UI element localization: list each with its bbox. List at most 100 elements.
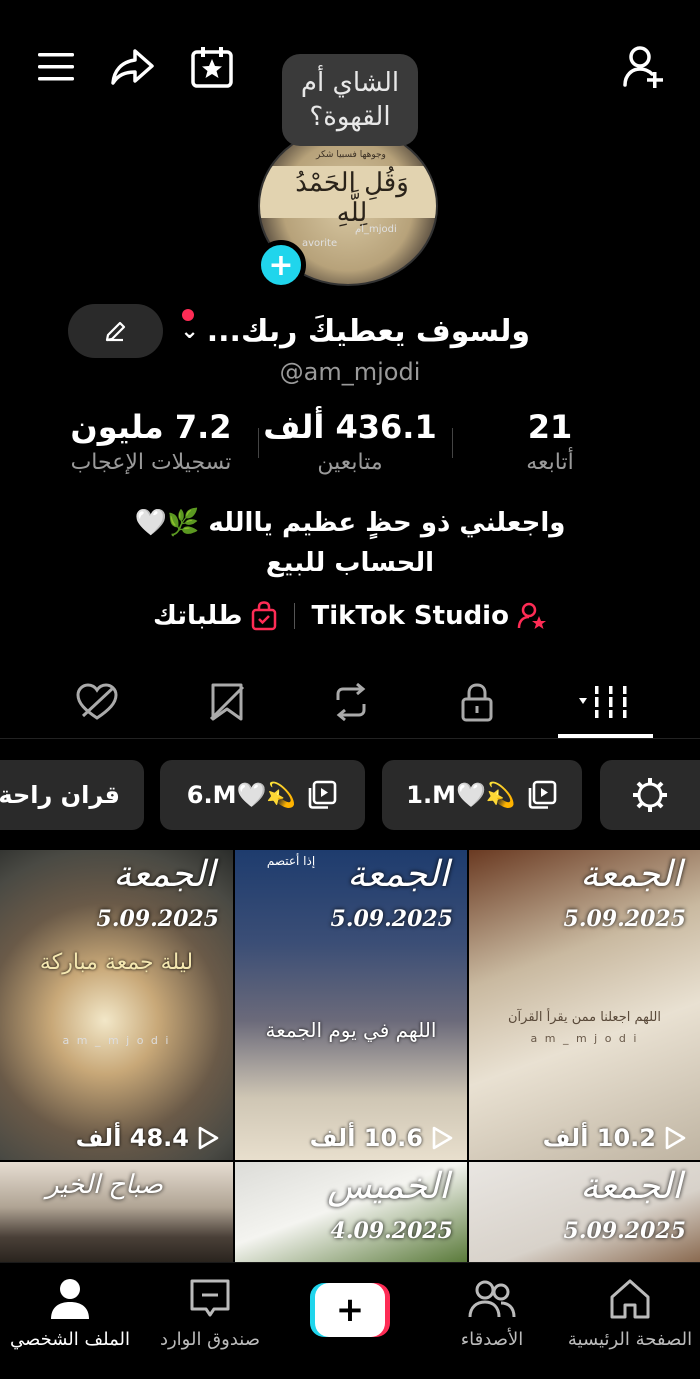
stat-divider: [452, 428, 453, 458]
stat-likes-count: 7.2 مليون: [70, 408, 232, 446]
video-views: 10.2 ألف: [543, 1124, 686, 1152]
profile-icon: [51, 1279, 89, 1319]
play-icon: [198, 1126, 219, 1150]
stat-likes[interactable]: 7.2 مليون تسجيلات الإعجاب: [40, 408, 262, 475]
heart-hidden-icon: [76, 683, 118, 720]
stat-following-count: 21: [527, 408, 573, 446]
shopping-bag-icon: [252, 601, 277, 631]
collection-label: 1.M🤍💫: [406, 781, 516, 809]
calendar-star-icon[interactable]: [187, 42, 237, 92]
inbox-icon: [190, 1279, 230, 1317]
collection-icon: [308, 780, 337, 809]
orders-label: طلباتك: [153, 601, 243, 631]
collection-label: 6.M🤍💫: [186, 781, 297, 809]
video-thumbnail[interactable]: الجمعة 5.09.2025 اللهم اجعلنا ممن يقرأ ا…: [469, 850, 700, 1160]
play-icon: [665, 1126, 686, 1150]
collection-icon: [528, 780, 557, 809]
tab-reposts[interactable]: [316, 672, 386, 732]
share-icon[interactable]: [107, 42, 157, 92]
video-views: 10.6 ألف: [310, 1124, 453, 1152]
video-caption: ليلة جمعة مباركة: [39, 950, 194, 975]
add-friend-icon[interactable]: [620, 42, 670, 92]
pencil-icon: [105, 321, 125, 342]
gear-icon: [633, 778, 667, 812]
nav-profile[interactable]: الملف الشخصي: [0, 1277, 140, 1350]
avatar-caption: وجوهها فسبيا شكر: [316, 150, 386, 160]
video-views-count: 10.2 ألف: [542, 1124, 656, 1152]
edit-profile-button[interactable]: [68, 304, 163, 358]
tab-liked[interactable]: [62, 672, 132, 732]
video-heading: الجمعة: [113, 854, 215, 895]
bottom-nav: الصفحة الرئيسية الأصدقاء + صندوق الوارد …: [0, 1262, 700, 1379]
status-bubble[interactable]: الشاي أم القهوة؟: [282, 54, 418, 146]
video-date: 4.09.2025: [330, 1218, 453, 1244]
nav-inbox[interactable]: صندوق الوارد: [140, 1277, 280, 1350]
bio-line-2: الحساب للبيع: [265, 548, 435, 578]
stat-following-label: أتابعه: [526, 450, 574, 475]
add-story-button[interactable]: +: [256, 240, 306, 290]
tab-private[interactable]: [442, 672, 512, 732]
video-heading: الخميس: [327, 1166, 449, 1207]
profile-links: TikTok Studio طلباتك: [0, 594, 700, 638]
video-views-count: 10.6 ألف: [309, 1124, 423, 1152]
avatar-calligraphy: وَقُلِ الحَمْدُ لِلَّهِ: [295, 168, 409, 228]
collection-chip[interactable]: قران راحة: [0, 760, 144, 830]
nav-profile-label: الملف الشخصي: [10, 1329, 130, 1350]
nav-home-label: الصفحة الرئيسية: [567, 1329, 693, 1350]
video-thumbnail[interactable]: الخميس 4.09.2025: [235, 1162, 467, 1262]
nav-home[interactable]: الصفحة الرئيسية: [560, 1277, 700, 1350]
repost-icon: [336, 682, 366, 722]
create-button[interactable]: +: [310, 1283, 390, 1337]
orders-link[interactable]: طلباتك: [153, 601, 278, 631]
stat-followers-label: متابعين: [317, 450, 383, 475]
collection-chip[interactable]: 6.M🤍💫: [160, 760, 365, 830]
tiktok-studio-link[interactable]: TikTok Studio: [311, 601, 546, 631]
stat-followers-count: 436.1 ألف: [263, 408, 437, 446]
video-caption: اللهم في يوم الجمعة: [265, 1018, 437, 1042]
video-views-count: 48.4 ألف: [75, 1124, 189, 1152]
collections-settings-button[interactable]: [600, 760, 700, 830]
collection-chip[interactable]: 1.M🤍💫: [382, 760, 582, 830]
avatar-favorite-label: avorite: [302, 238, 338, 249]
video-date: 5.09.2025: [96, 906, 219, 932]
video-heading: صباح الخير: [45, 1170, 163, 1200]
video-thumbnail[interactable]: إذا أعتصم الجمعة 5.09.2025 اللهم في يوم …: [235, 850, 467, 1160]
stat-likes-label: تسجيلات الإعجاب: [70, 450, 232, 475]
content-tabs: [0, 672, 700, 738]
home-icon: [610, 1279, 650, 1319]
plus-icon: +: [315, 1283, 385, 1337]
tab-favorites[interactable]: [192, 672, 262, 732]
grid-dropdown-icon: [579, 686, 631, 718]
profile-name-row[interactable]: ولسوف يعطيكَ ربك... ⌄: [180, 306, 530, 356]
tab-videos[interactable]: [570, 672, 640, 732]
video-date: 5.09.2025: [563, 906, 686, 932]
video-heading: الجمعة: [580, 854, 682, 895]
bio-line-1: واجعلني ذو حظٍ عظيم ياالله 🌿🤍: [134, 508, 566, 538]
tiktok-studio-label: TikTok Studio: [311, 601, 509, 631]
video-watermark: a m _ m j o d i: [530, 1032, 639, 1045]
collection-label: قران راحة: [0, 781, 120, 809]
tabs-divider: [0, 738, 700, 739]
nav-inbox-label: صندوق الوارد: [159, 1329, 261, 1350]
video-thumbnail[interactable]: صباح الخير: [0, 1162, 233, 1262]
video-date: 5.09.2025: [330, 906, 453, 932]
nav-friends[interactable]: الأصدقاء: [422, 1277, 562, 1350]
chevron-down-icon[interactable]: ⌄: [180, 319, 198, 344]
video-heading: الجمعة: [347, 854, 449, 895]
menu-icon[interactable]: [31, 42, 81, 92]
friends-icon: [468, 1280, 516, 1318]
video-caption: اللهم اجعلنا ممن يقرأ القرآن: [508, 1010, 661, 1025]
video-watermark: a m _ m j o d i: [62, 1034, 171, 1047]
video-thumbnail[interactable]: الجمعة 5.09.2025 ليلة جمعة مباركة a m _ …: [0, 850, 233, 1160]
play-icon: [432, 1126, 453, 1150]
stat-followers[interactable]: 436.1 ألف متابعين: [262, 408, 438, 475]
bookmark-hidden-icon: [209, 683, 245, 721]
stat-following[interactable]: 21 أتابعه: [490, 408, 610, 475]
video-thumbnail[interactable]: الجمعة 5.09.2025: [469, 1162, 700, 1262]
profile-name: ولسوف يعطيكَ ربك...: [206, 313, 530, 349]
username: @am_mjodi: [279, 358, 421, 386]
video-date: 5.09.2025: [563, 1218, 686, 1244]
lock-icon: [461, 683, 493, 722]
nav-friends-label: الأصدقاء: [460, 1329, 524, 1350]
video-heading: الجمعة: [580, 1166, 682, 1207]
